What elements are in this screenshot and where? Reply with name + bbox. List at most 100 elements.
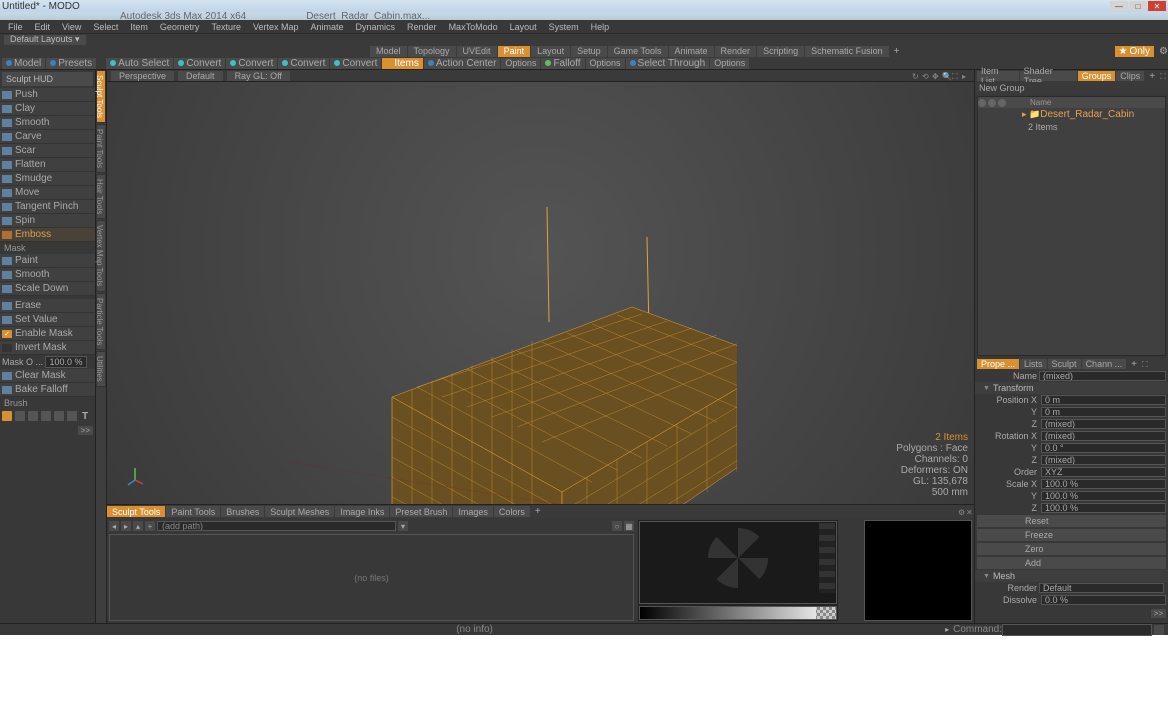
tab-scripting[interactable]: Scripting	[757, 46, 804, 57]
add-button[interactable]: Add	[977, 557, 1166, 569]
mesh-section[interactable]: Mesh	[975, 570, 1168, 582]
brush-2[interactable]	[15, 411, 25, 421]
menu-select[interactable]: Select	[87, 22, 124, 32]
model-mode-button[interactable]: Model	[2, 58, 45, 69]
tool-spin[interactable]: Spin	[0, 214, 95, 228]
tab-uvedit[interactable]: UVEdit	[457, 46, 497, 57]
color-gradient[interactable]	[639, 606, 837, 620]
tab-paint[interactable]: Paint	[498, 46, 531, 57]
mask-erase[interactable]: Erase	[0, 299, 95, 313]
groups-tree[interactable]: Name ▸ 📁 Desert_Radar_Cabin 2 Items	[977, 96, 1166, 356]
brush-6[interactable]	[67, 411, 77, 421]
fb-path-input[interactable]	[157, 521, 396, 531]
btab-gear-icon[interactable]: ⚙	[958, 508, 966, 516]
command-exec-button[interactable]	[1154, 625, 1164, 635]
vtab-vertex-map-tools[interactable]: Vertex Map Tools	[96, 220, 106, 291]
tab-properties[interactable]: Prope ...	[977, 359, 1019, 369]
fb-up-button[interactable]: ▴	[133, 521, 143, 531]
menu-view[interactable]: View	[56, 22, 87, 32]
tab-setup[interactable]: Setup	[571, 46, 607, 57]
menu-texture[interactable]: Texture	[205, 22, 247, 32]
fb-add-button[interactable]: +	[145, 521, 155, 531]
viewport-shading-dropdown[interactable]: Default	[178, 71, 223, 81]
tab-game-tools[interactable]: Game Tools	[608, 46, 668, 57]
maximize-button[interactable]: □	[1129, 1, 1147, 11]
tab-sculpt[interactable]: Sculpt	[1048, 359, 1081, 369]
layout-dropdown[interactable]: Default Layouts ▾	[4, 35, 86, 45]
tab-schematic-fusion[interactable]: Schematic Fusion	[805, 46, 889, 57]
scale-z-input[interactable]	[1041, 503, 1166, 513]
mask-set-value[interactable]: Set Value	[0, 313, 95, 327]
tool-tangent-pinch[interactable]: Tangent Pinch	[0, 200, 95, 214]
only-button[interactable]: ★Only	[1115, 46, 1155, 57]
viewport-zoom-icon[interactable]: 🔍	[942, 72, 950, 80]
menu-animate[interactable]: Animate	[304, 22, 349, 32]
freeze-button[interactable]: Freeze	[977, 529, 1166, 541]
action-center-button[interactable]: Action Center	[424, 58, 501, 69]
viewport-type-dropdown[interactable]: Perspective	[111, 71, 174, 81]
mask-paint[interactable]: Paint	[0, 254, 95, 268]
brush-7[interactable]: T	[80, 411, 90, 421]
tool-emboss[interactable]: Emboss	[0, 228, 95, 242]
tab-render[interactable]: Render	[715, 46, 757, 57]
bake-falloff-button[interactable]: Bake Falloff	[0, 383, 95, 397]
fb-back-button[interactable]: ◂	[109, 521, 119, 531]
add-tab-button[interactable]: +	[890, 46, 904, 57]
tab-channels[interactable]: Chann ...	[1082, 359, 1127, 369]
visibility-column[interactable]	[978, 99, 986, 107]
scale-y-input[interactable]	[1041, 491, 1166, 501]
convert-1-button[interactable]: Convert	[174, 58, 225, 69]
add-prop-tab[interactable]: +	[1127, 359, 1141, 370]
brush-4[interactable]	[41, 411, 51, 421]
position-x-input[interactable]	[1041, 395, 1166, 405]
minimize-button[interactable]: —	[1110, 1, 1128, 11]
tool-move[interactable]: Move	[0, 186, 95, 200]
gear-icon[interactable]: ⚙	[1159, 46, 1168, 57]
menu-file[interactable]: File	[2, 22, 29, 32]
preview-render[interactable]	[639, 521, 837, 604]
transform-section[interactable]: Transform	[975, 382, 1168, 394]
secondary-preview[interactable]	[864, 520, 972, 621]
tab-item-list[interactable]: Item List	[977, 71, 1019, 81]
fb-clear-button[interactable]: ○	[612, 521, 622, 531]
tool-smudge[interactable]: Smudge	[0, 172, 95, 186]
btab-close-icon[interactable]: ✕	[966, 508, 974, 516]
btab-sculpt-meshes[interactable]: Sculpt Meshes	[265, 506, 334, 517]
mask-scale-down[interactable]: Scale Down	[0, 282, 95, 296]
new-group-button[interactable]: New Group	[975, 82, 1168, 94]
brush-5[interactable]	[54, 411, 64, 421]
rotation-x-input[interactable]	[1041, 431, 1166, 441]
vtab-paint-tools[interactable]: Paint Tools	[96, 124, 106, 173]
scale-x-input[interactable]	[1041, 479, 1166, 489]
tab-lists[interactable]: Lists	[1020, 359, 1047, 369]
tab-shader-tree[interactable]: Shader Tree	[1020, 71, 1077, 81]
dissolve-input[interactable]	[1041, 595, 1166, 605]
menu-render[interactable]: Render	[401, 22, 443, 32]
falloff-button[interactable]: Falloff	[541, 58, 584, 69]
reset-button[interactable]: Reset	[977, 515, 1166, 527]
zero-button[interactable]: Zero	[977, 543, 1166, 555]
tab-clips[interactable]: Clips	[1116, 71, 1144, 81]
btab-image-inks[interactable]: Image Inks	[335, 506, 389, 517]
lock-column[interactable]	[988, 99, 996, 107]
viewport-maximize-icon[interactable]: ⛶	[952, 72, 960, 80]
rotation-y-input[interactable]	[1041, 443, 1166, 453]
vtab-particle-tools[interactable]: Particle Tools	[96, 293, 106, 350]
btab-sculpt-tools[interactable]: Sculpt Tools	[107, 506, 165, 517]
viewport-options-icon[interactable]: ▸	[962, 72, 970, 80]
tab-model[interactable]: Model	[370, 46, 407, 57]
viewport-rotate-icon[interactable]: ⟲	[922, 72, 930, 80]
fb-dropdown-button[interactable]: ▾	[398, 521, 408, 531]
order-dropdown[interactable]	[1041, 467, 1166, 477]
rotation-z-input[interactable]	[1041, 455, 1166, 465]
invert-mask-checkbox[interactable]: Invert Mask	[0, 341, 95, 355]
render-dropdown[interactable]	[1039, 583, 1164, 593]
tool-clay[interactable]: Clay	[0, 102, 95, 116]
menu-item[interactable]: Item	[124, 22, 154, 32]
viewport-pan-icon[interactable]: ✥	[932, 72, 940, 80]
menu-system[interactable]: System	[543, 22, 585, 32]
add-btab-button[interactable]: +	[531, 506, 545, 517]
add-scene-tab[interactable]: +	[1145, 71, 1159, 82]
name-input[interactable]	[1039, 371, 1166, 381]
tool-flatten[interactable]: Flatten	[0, 158, 95, 172]
